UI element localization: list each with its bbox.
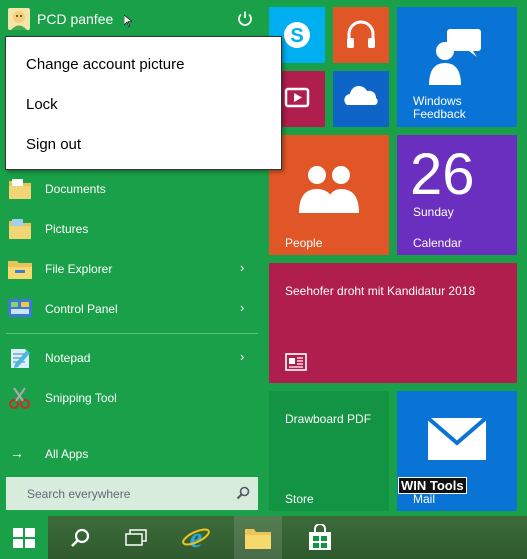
user-name[interactable]: PCD panfee: [37, 11, 113, 27]
calendar-day: 26: [410, 142, 475, 207]
tile-label: Store: [285, 492, 314, 506]
store-bag-icon: [309, 524, 331, 550]
headphones-icon: [347, 20, 375, 48]
tile-news[interactable]: Seehofer droht mit Kandidatur 2018: [269, 263, 517, 383]
control-panel-icon: [8, 299, 32, 317]
task-view-icon: [125, 529, 147, 546]
tile-windows-feedback[interactable]: Windows Feedback: [397, 7, 517, 127]
cloud-icon: [344, 86, 378, 105]
internet-explorer-button[interactable]: e: [172, 516, 220, 559]
chevron-right-icon[interactable]: ›: [240, 260, 244, 275]
mail-icon: [427, 417, 487, 460]
user-avatar[interactable]: [8, 8, 30, 30]
chevron-right-icon[interactable]: ›: [240, 349, 244, 364]
pictures-folder-icon: [9, 219, 31, 239]
start-menu: PCD panfee Documents Pictures File Explo…: [0, 0, 527, 516]
tile-people[interactable]: People: [269, 135, 389, 255]
change-account-picture-item[interactable]: Change account picture: [26, 56, 184, 73]
internet-explorer-icon: e: [182, 523, 210, 552]
account-menu: Change account picture Lock Sign out: [5, 36, 282, 170]
search-icon[interactable]: [236, 486, 250, 500]
sign-out-item[interactable]: Sign out: [26, 136, 81, 153]
taskbar: e: [0, 516, 527, 559]
lock-item[interactable]: Lock: [26, 96, 58, 113]
store-taskbar-button[interactable]: [296, 516, 344, 559]
snipping-tool-icon: [9, 387, 30, 409]
svg-text:S: S: [290, 25, 303, 47]
search-icon: [71, 528, 90, 547]
news-icon: [285, 353, 307, 371]
left-item-label: Control Panel: [45, 302, 118, 316]
left-item-label: Documents: [45, 182, 106, 196]
tile-onedrive[interactable]: [333, 71, 389, 127]
arrow-right-icon: →: [10, 445, 24, 461]
tile-label: People: [285, 236, 323, 250]
search-placeholder: Search everywhere: [27, 487, 131, 501]
left-item-label: File Explorer: [45, 262, 113, 276]
calendar-weekday: Sunday: [413, 205, 454, 219]
left-item-file-explorer[interactable]: File Explorer ›: [0, 249, 262, 289]
people-icon: [299, 166, 359, 213]
tile-music[interactable]: [333, 7, 389, 63]
start-button[interactable]: [0, 516, 48, 559]
tile-label: Mail: [413, 492, 436, 506]
task-view-button[interactable]: [114, 516, 158, 559]
svg-text:e: e: [190, 523, 202, 552]
divider: [6, 333, 258, 334]
taskbar-search-button[interactable]: [58, 516, 102, 559]
left-item-control-panel[interactable]: Control Panel ›: [0, 289, 262, 329]
tile-store[interactable]: Drawboard PDF Store: [269, 391, 389, 511]
feedback-icon: [429, 29, 481, 85]
file-explorer-icon: [8, 261, 32, 279]
all-apps-label: All Apps: [45, 447, 89, 461]
search-input[interactable]: Search everywhere: [6, 477, 258, 510]
left-item-snipping-tool[interactable]: Snipping Tool: [0, 378, 262, 418]
power-icon[interactable]: [236, 10, 254, 28]
folder-icon: [245, 529, 271, 549]
mouse-cursor-icon: [123, 14, 133, 32]
left-item-notepad[interactable]: Notepad ›: [0, 338, 262, 378]
left-item-label: Notepad: [45, 351, 91, 365]
notepad-icon: [11, 349, 30, 368]
left-item-label: Snipping Tool: [45, 391, 117, 405]
documents-folder-icon: [9, 179, 31, 199]
tile-label: Windows Feedback: [413, 94, 466, 121]
windows-logo-icon: [13, 528, 35, 548]
chevron-right-icon[interactable]: ›: [240, 300, 244, 315]
left-item-documents[interactable]: Documents: [0, 169, 262, 209]
file-explorer-taskbar-button[interactable]: [234, 516, 282, 559]
tile-calendar[interactable]: 26 Sunday Calendar: [397, 135, 517, 255]
left-item-label: Pictures: [45, 222, 89, 236]
news-headline: Seehofer droht mit Kandidatur 2018: [285, 284, 476, 298]
watermark-logo: WIN Tools: [398, 477, 467, 494]
drawboard-label: Drawboard PDF: [285, 412, 372, 426]
left-item-pictures[interactable]: Pictures: [0, 209, 262, 249]
all-apps-button[interactable]: → All Apps: [0, 440, 262, 468]
tile-label: Calendar: [413, 236, 462, 250]
